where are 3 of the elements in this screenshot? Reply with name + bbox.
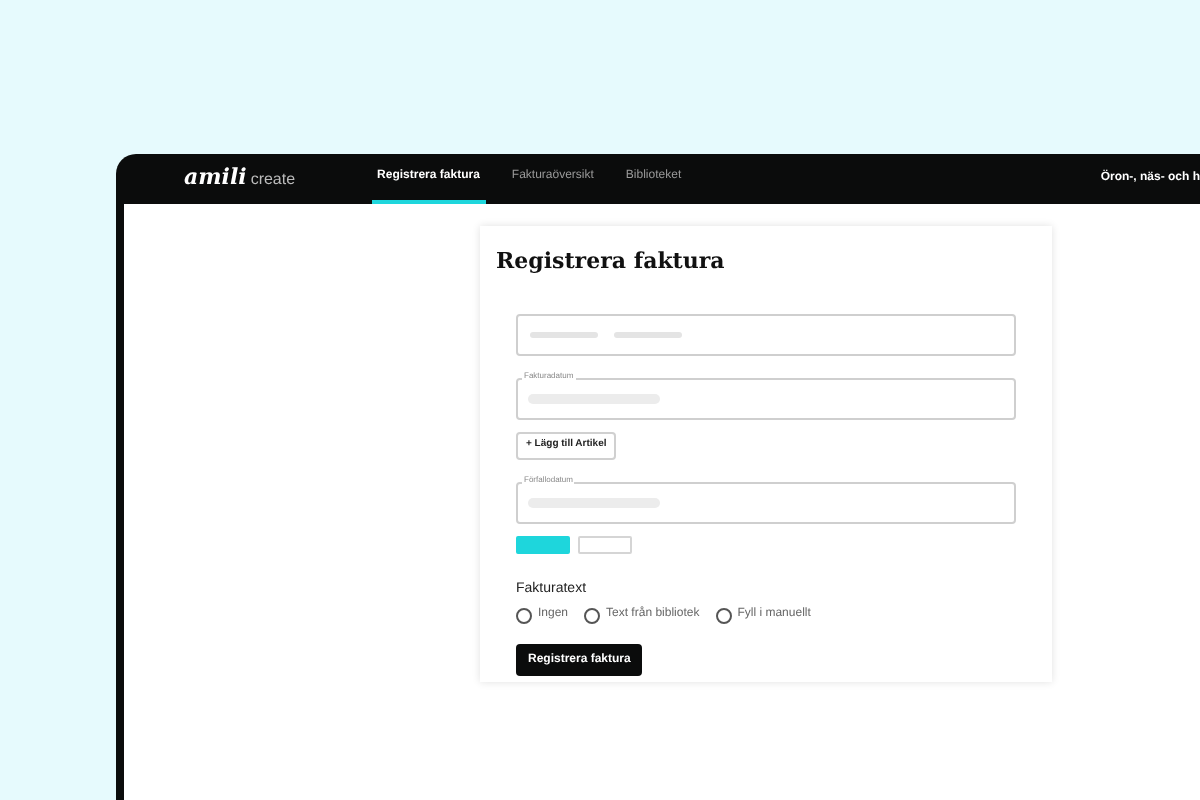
form-title: Registrera faktura xyxy=(496,246,727,278)
logo-text: amili xyxy=(184,162,247,195)
logo-text: create xyxy=(250,168,296,193)
